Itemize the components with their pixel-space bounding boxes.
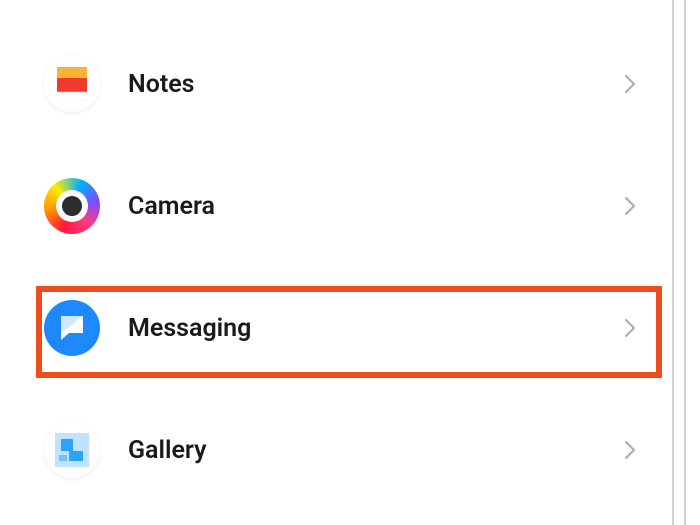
app-label: Notes (100, 70, 618, 99)
app-list-container: Notes Camera (0, 0, 672, 525)
app-row-messaging[interactable]: Messaging (44, 288, 660, 368)
app-label: Camera (100, 192, 618, 221)
messaging-icon (44, 300, 100, 356)
gallery-icon (44, 422, 100, 478)
vertical-divider (672, 0, 674, 525)
chevron-right-icon (618, 72, 642, 96)
app-row-notes[interactable]: Notes (44, 44, 660, 124)
app-row-gallery[interactable]: Gallery (44, 410, 660, 490)
camera-icon (44, 178, 100, 234)
app-label: Gallery (100, 436, 618, 465)
app-list: Notes Camera (0, 0, 672, 490)
chevron-right-icon (618, 438, 642, 462)
app-row-camera[interactable]: Camera (44, 166, 660, 246)
app-label: Messaging (100, 314, 618, 343)
chevron-right-icon (618, 316, 642, 340)
notes-icon (44, 56, 100, 112)
chevron-right-icon (618, 194, 642, 218)
vertical-divider (684, 0, 686, 525)
